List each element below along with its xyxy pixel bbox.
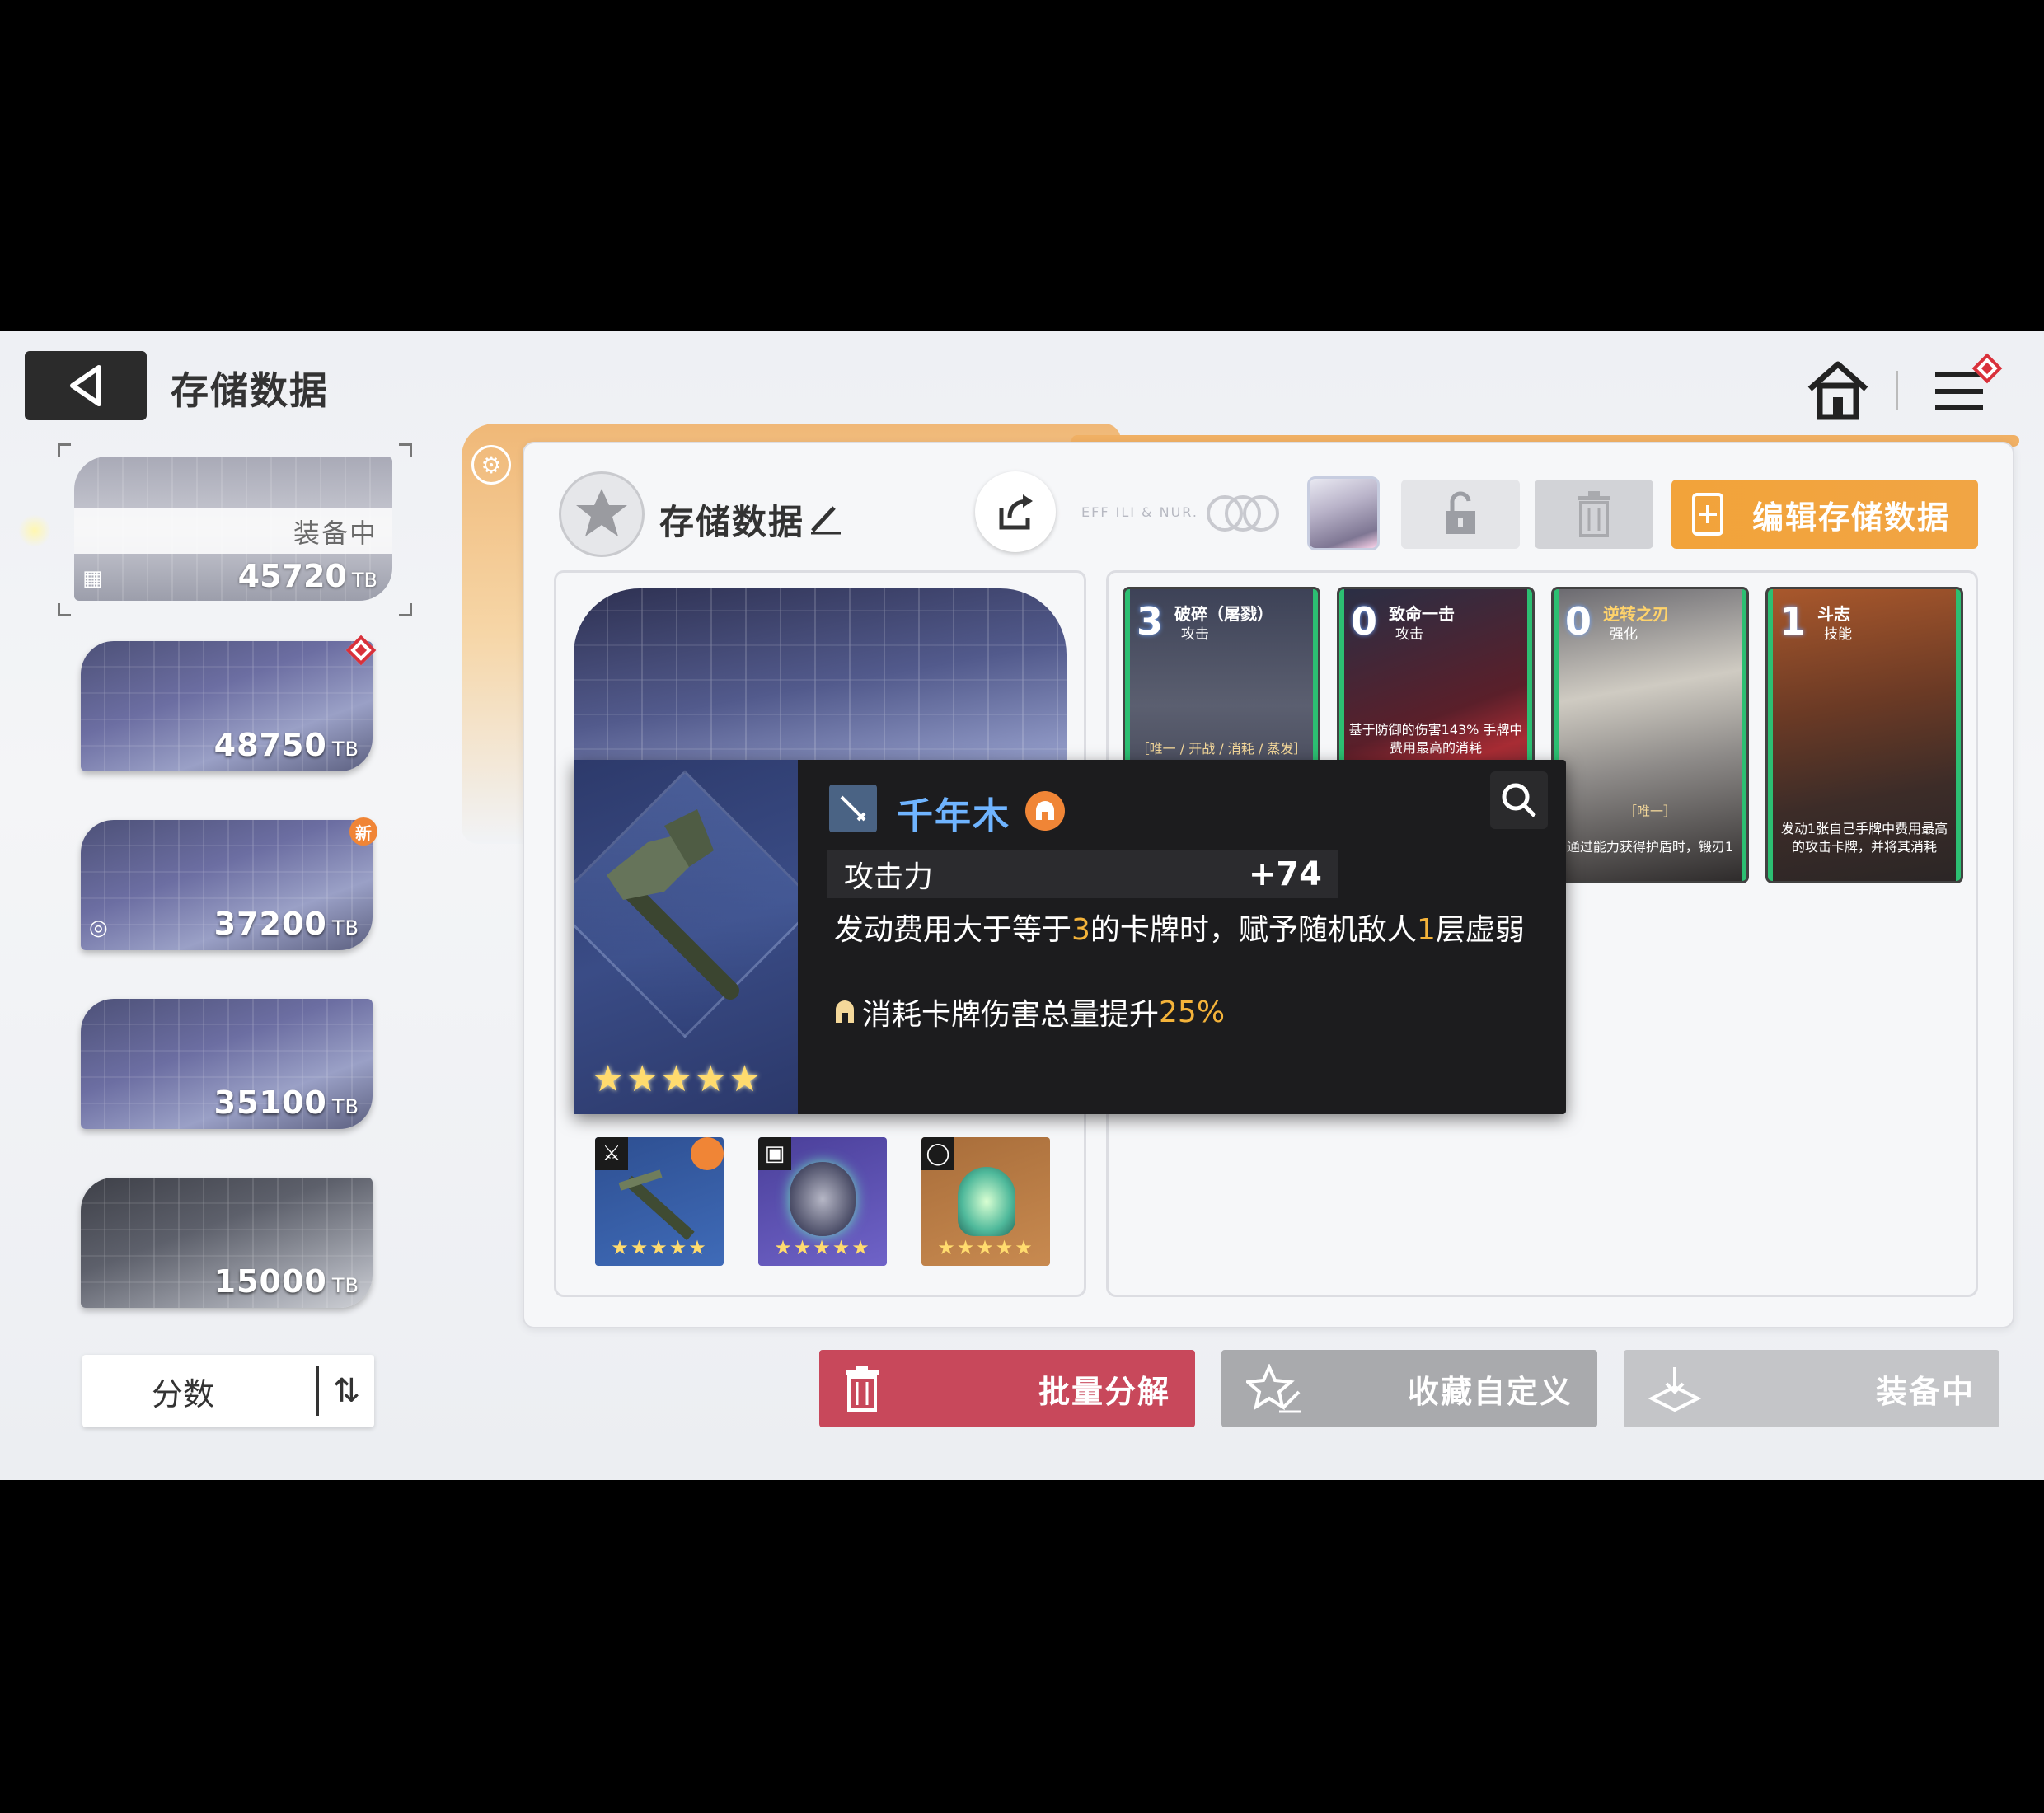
card-desc: 基于防御的伤害143% 手牌中费用最高的消耗 <box>1348 722 1523 756</box>
star-badge-icon <box>576 489 627 536</box>
card-type: 强化 <box>1610 626 1638 643</box>
card-name: 斗志 <box>1817 604 1850 624</box>
card-name: 逆转之刃 <box>1603 604 1669 624</box>
back-arrow-icon <box>70 365 101 406</box>
inspect-button[interactable] <box>1490 771 1548 829</box>
storage-slot[interactable]: 35100 TB <box>81 999 373 1129</box>
game-screen: 存储数据 装备中 ▦ 45720 TB 48750 TB ◎ 37200 TB … <box>0 331 2044 1480</box>
set-bonus: 消耗卡牌伤害总量提升 25% <box>834 991 1225 1033</box>
search-icon <box>1502 783 1536 817</box>
item-tooltip: ★★★★★ 千年木 攻击力 +74 发动费用大于等于3的卡牌时，赋予随机敌人1层… <box>574 760 1566 1114</box>
equip-slot-weapon[interactable]: ⚔ ★★★★★ <box>595 1137 724 1266</box>
stat-value: +74 <box>1248 855 1322 893</box>
ring-icon: ◯ <box>921 1137 954 1170</box>
stat-row: 攻击力 +74 <box>827 850 1338 898</box>
sword-icon <box>829 785 877 832</box>
card-tag: ［唯一］ <box>1623 803 1676 819</box>
equip-down-icon <box>1648 1367 1701 1412</box>
new-badge: 新 <box>349 817 377 846</box>
skill-card[interactable]: 1 斗志 技能 发动1张自己手牌中费用最高的攻击卡牌，并将其消耗 <box>1765 587 1963 883</box>
storage-slot[interactable]: 15000 TB <box>81 1178 373 1308</box>
sort-label: 分数 <box>151 1375 214 1412</box>
share-button[interactable] <box>975 471 1056 552</box>
sort-selector[interactable]: 分数 ⇅ <box>82 1355 374 1427</box>
trash-icon <box>846 1366 879 1412</box>
card-type: 攻击 <box>1181 626 1209 643</box>
card-tag: ［唯一 / 开战 / 消耗 / 蒸发］ <box>1136 741 1307 757</box>
back-button[interactable] <box>25 351 147 420</box>
rename-button[interactable] <box>808 499 844 536</box>
card-type: 技能 <box>1824 626 1852 643</box>
helmet-icon <box>836 1000 854 1023</box>
equip-slot-armor[interactable]: ▣ ★★★★★ <box>758 1137 887 1266</box>
item-name: 千年木 <box>897 795 1010 837</box>
colosseum-icon: ▦ <box>82 566 103 591</box>
storage-slot[interactable]: ◎ 37200 TB <box>81 820 373 950</box>
storage-slot[interactable]: 48750 TB <box>81 641 373 771</box>
helmet-icon <box>691 1137 724 1170</box>
custom-collection-button[interactable]: 收藏自定义 <box>1221 1350 1597 1427</box>
storage-slot-active[interactable]: 装备中 ▦ 45720 TB <box>74 457 392 601</box>
trash-icon <box>1578 491 1610 537</box>
delete-button[interactable] <box>1535 480 1653 549</box>
card-desc: 发动1张自己手牌中费用最高的攻击卡牌，并将其消耗 <box>1780 821 1948 855</box>
home-icon <box>1807 361 1868 420</box>
item-art: ★★★★★ <box>574 760 798 1114</box>
stat-label: 攻击力 <box>844 860 934 894</box>
card-name: 致命一击 <box>1389 604 1455 624</box>
panel-title: 存储数据 <box>659 502 805 542</box>
pencil-icon <box>811 506 841 535</box>
sword-icon: ⚔ <box>595 1137 628 1170</box>
unlock-icon <box>1446 491 1475 534</box>
mask-icon <box>790 1162 856 1236</box>
edit-storage-button[interactable]: 编辑存储数据 <box>1671 480 1978 549</box>
page-title: 存储数据 <box>171 368 329 413</box>
helmet-icon <box>1025 791 1065 831</box>
share-icon <box>999 494 1033 530</box>
card-name: 破碎（屠戮） <box>1174 604 1273 624</box>
wood-club-icon <box>607 809 739 1000</box>
menu-button[interactable] <box>1927 353 2003 420</box>
home-button[interactable] <box>1805 359 1871 422</box>
equipped-button[interactable]: 装备中 <box>1624 1350 1999 1427</box>
skill-card[interactable]: 0 逆转之刃 强化 ［唯一］ 通过能力获得护盾时，锻刃1 <box>1551 587 1749 883</box>
slot-value: 45720 TB <box>237 558 377 594</box>
batch-decompose-button[interactable]: 批量分解 <box>819 1350 1195 1427</box>
sort-order-icon[interactable]: ⇅ <box>316 1366 374 1416</box>
armor-icon: ▣ <box>758 1137 791 1170</box>
flame-spirit-icon <box>958 1167 1015 1236</box>
sparkle-icon <box>18 514 51 547</box>
card-type: 攻击 <box>1395 626 1423 643</box>
swirl-icon: ◎ <box>89 916 108 940</box>
lock-button[interactable] <box>1401 480 1520 549</box>
faint-label: EFF ILI & NUR. <box>1081 504 1198 520</box>
star-edit-icon <box>1246 1364 1301 1413</box>
item-effect: 发动费用大于等于3的卡牌时，赋予随机敌人1层虚弱 <box>834 913 1525 947</box>
rings-icon <box>1205 493 1281 534</box>
equip-slot-accessory[interactable]: ◯ ★★★★★ <box>921 1137 1050 1266</box>
card-desc: 通过能力获得护盾时，锻刃1 <box>1566 839 1734 855</box>
edit-card-icon <box>1692 493 1723 536</box>
divider <box>1896 371 1898 410</box>
character-avatar[interactable] <box>1307 476 1380 550</box>
edit-storage-label: 编辑存储数据 <box>1752 499 1951 536</box>
loadout-emblem <box>559 471 645 557</box>
equipped-label: 装备中 <box>293 518 377 549</box>
brain-icon: ⚙ <box>471 445 511 485</box>
